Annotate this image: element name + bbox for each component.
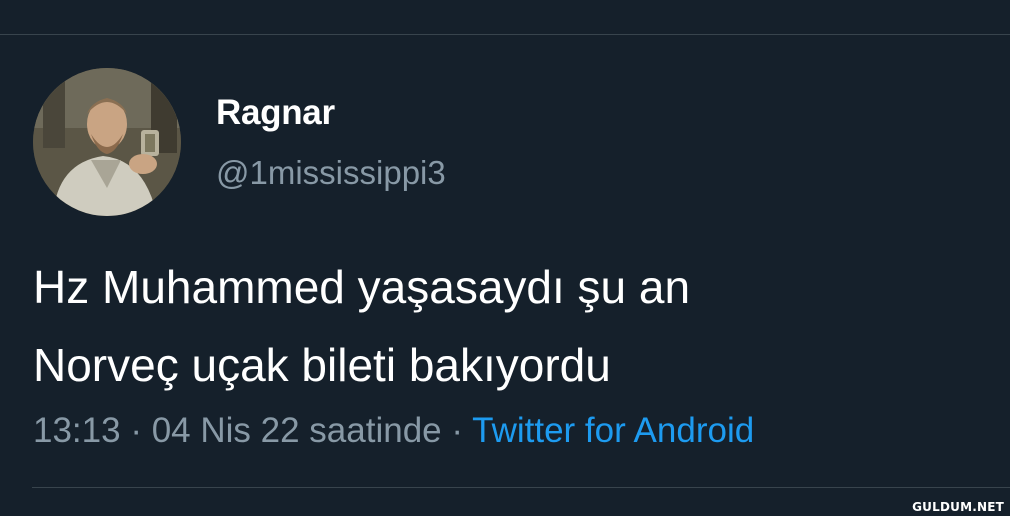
- display-name[interactable]: Ragnar: [216, 93, 335, 133]
- avatar[interactable]: [33, 68, 181, 216]
- meta-separator: ·: [451, 411, 464, 450]
- tweet-text-line: Norveç uçak bileti bakıyordu: [33, 339, 611, 391]
- top-divider: [0, 34, 1010, 35]
- tweet-time[interactable]: 13:13: [33, 411, 121, 450]
- tweet-text: Hz Muhammed yaşasaydı şu an Norveç uçak …: [33, 248, 993, 404]
- tweet-card: Ragnar @1mississippi3 Hz Muhammed yaşasa…: [0, 0, 1010, 516]
- site-watermark: GULDUM.NET: [912, 500, 1004, 514]
- avatar-image: [33, 68, 181, 216]
- tweet-text-line: Hz Muhammed yaşasaydı şu an: [33, 261, 691, 313]
- meta-separator: ·: [130, 411, 142, 450]
- tweet-source-link[interactable]: Twitter for Android: [472, 411, 754, 450]
- tweet-meta: 13:13 · 04 Nis 22 saatinde · Twitter for…: [33, 411, 754, 451]
- bottom-divider: [32, 487, 1010, 488]
- user-handle[interactable]: @1mississippi3: [216, 154, 446, 192]
- tweet-date[interactable]: 04 Nis 22 saatinde: [152, 411, 442, 450]
